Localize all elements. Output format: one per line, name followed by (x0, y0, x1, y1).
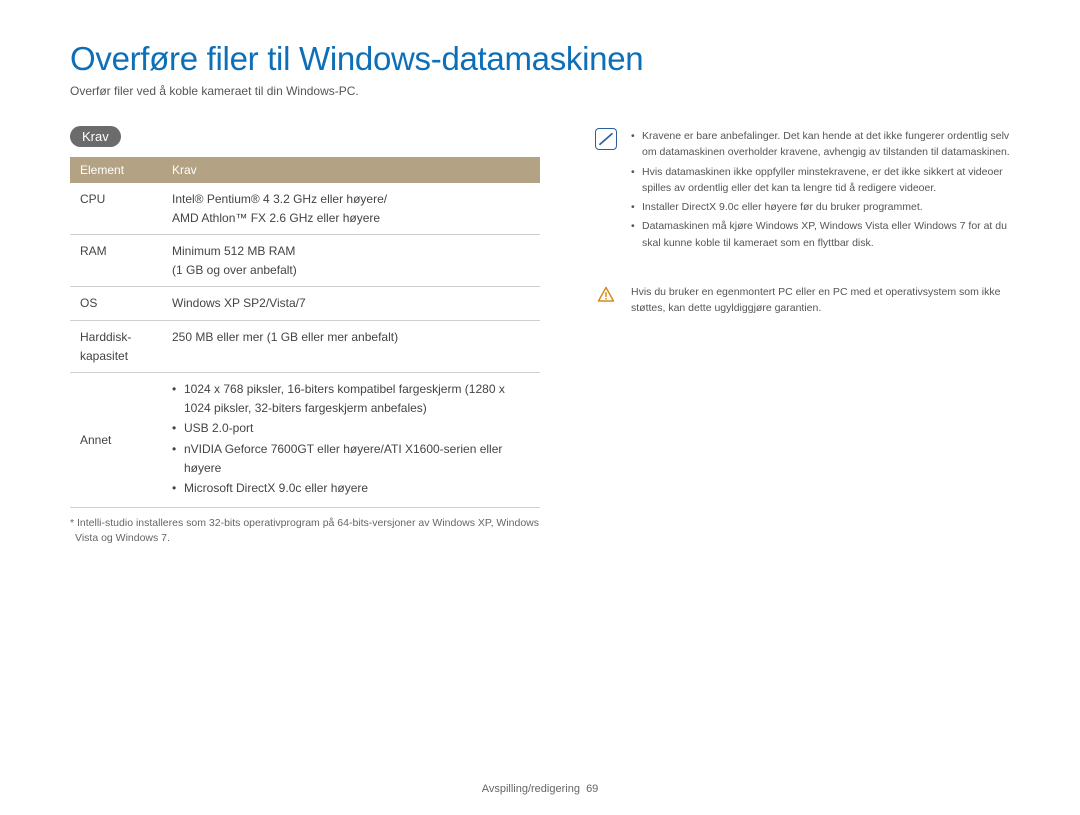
page-title: Overføre filer til Windows-datamaskinen (70, 40, 1020, 78)
cell-value: Windows XP SP2/Vista/7 (162, 287, 540, 321)
list-item: 1024 x 768 piksler, 16-biters kompatibel… (172, 380, 530, 417)
list-item: Datamaskinen må kjøre Windows XP, Window… (631, 218, 1020, 251)
info-icon (595, 128, 617, 150)
warning-text: Hvis du bruker en egenmontert PC eller e… (631, 284, 1020, 317)
cell-value: 1024 x 768 piksler, 16-biters kompatibel… (162, 373, 540, 508)
th-element: Element (70, 157, 162, 183)
table-row: RAM Minimum 512 MB RAM (1 GB og over anb… (70, 235, 540, 287)
table-row: Annet 1024 x 768 piksler, 16-biters komp… (70, 373, 540, 508)
cell-value: 250 MB eller mer (1 GB eller mer anbefal… (162, 320, 540, 372)
cell-value: Intel® Pentium® 4 3.2 GHz eller høyere/ … (162, 183, 540, 235)
page-footer: Avspilling/redigering 69 (0, 783, 1080, 795)
cell-label: CPU (70, 183, 162, 235)
footer-page-number: 69 (586, 783, 598, 795)
list-item: USB 2.0-port (172, 419, 530, 438)
list-item: Microsoft DirectX 9.0c eller høyere (172, 479, 530, 498)
th-krav: Krav (162, 157, 540, 183)
footer-section: Avspilling/redigering (482, 783, 580, 795)
info-callout: Kravene er bare anbefalinger. Det kan he… (595, 128, 1020, 254)
requirements-table: Element Krav CPU Intel® Pentium® 4 3.2 G… (70, 157, 540, 508)
table-row: Harddisk- kapasitet 250 MB eller mer (1 … (70, 320, 540, 372)
section-label-krav: Krav (70, 126, 121, 147)
warning-callout: Hvis du bruker en egenmontert PC eller e… (595, 284, 1020, 317)
cell-label: RAM (70, 235, 162, 287)
table-row: OS Windows XP SP2/Vista/7 (70, 287, 540, 321)
cell-value: Minimum 512 MB RAM (1 GB og over anbefal… (162, 235, 540, 287)
cell-label: Annet (70, 373, 162, 508)
table-row: CPU Intel® Pentium® 4 3.2 GHz eller høye… (70, 183, 540, 235)
page-subtitle: Overfør filer ved å koble kameraet til d… (70, 84, 1020, 98)
cell-label: OS (70, 287, 162, 321)
list-item: Installer DirectX 9.0c eller høyere før … (631, 199, 1020, 215)
warning-icon (595, 284, 617, 306)
footnote: * Intelli-studio installeres som 32-bits… (70, 516, 540, 548)
list-item: nVIDIA Geforce 7600GT eller høyere/ATI X… (172, 440, 530, 477)
cell-label: Harddisk- kapasitet (70, 320, 162, 372)
list-item: Hvis datamaskinen ikke oppfyller minstek… (631, 164, 1020, 197)
list-item: Kravene er bare anbefalinger. Det kan he… (631, 128, 1020, 161)
